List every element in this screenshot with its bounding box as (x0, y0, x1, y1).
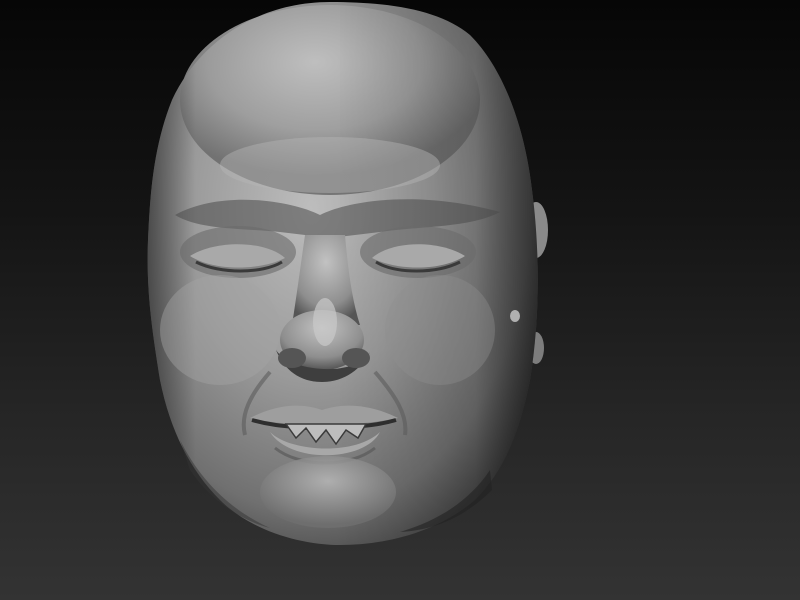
nose-highlight (313, 298, 337, 346)
right-nostril (342, 348, 370, 368)
left-cheek (160, 275, 280, 385)
cheek-bump (510, 310, 520, 322)
left-nostril (278, 348, 306, 368)
head-sculpt-mesh[interactable] (147, 2, 538, 545)
3d-viewport[interactable] (0, 0, 800, 600)
right-cheek (385, 275, 495, 385)
forehead-highlight (220, 137, 440, 193)
sculpt-scene[interactable] (0, 0, 800, 600)
chin (260, 456, 396, 528)
